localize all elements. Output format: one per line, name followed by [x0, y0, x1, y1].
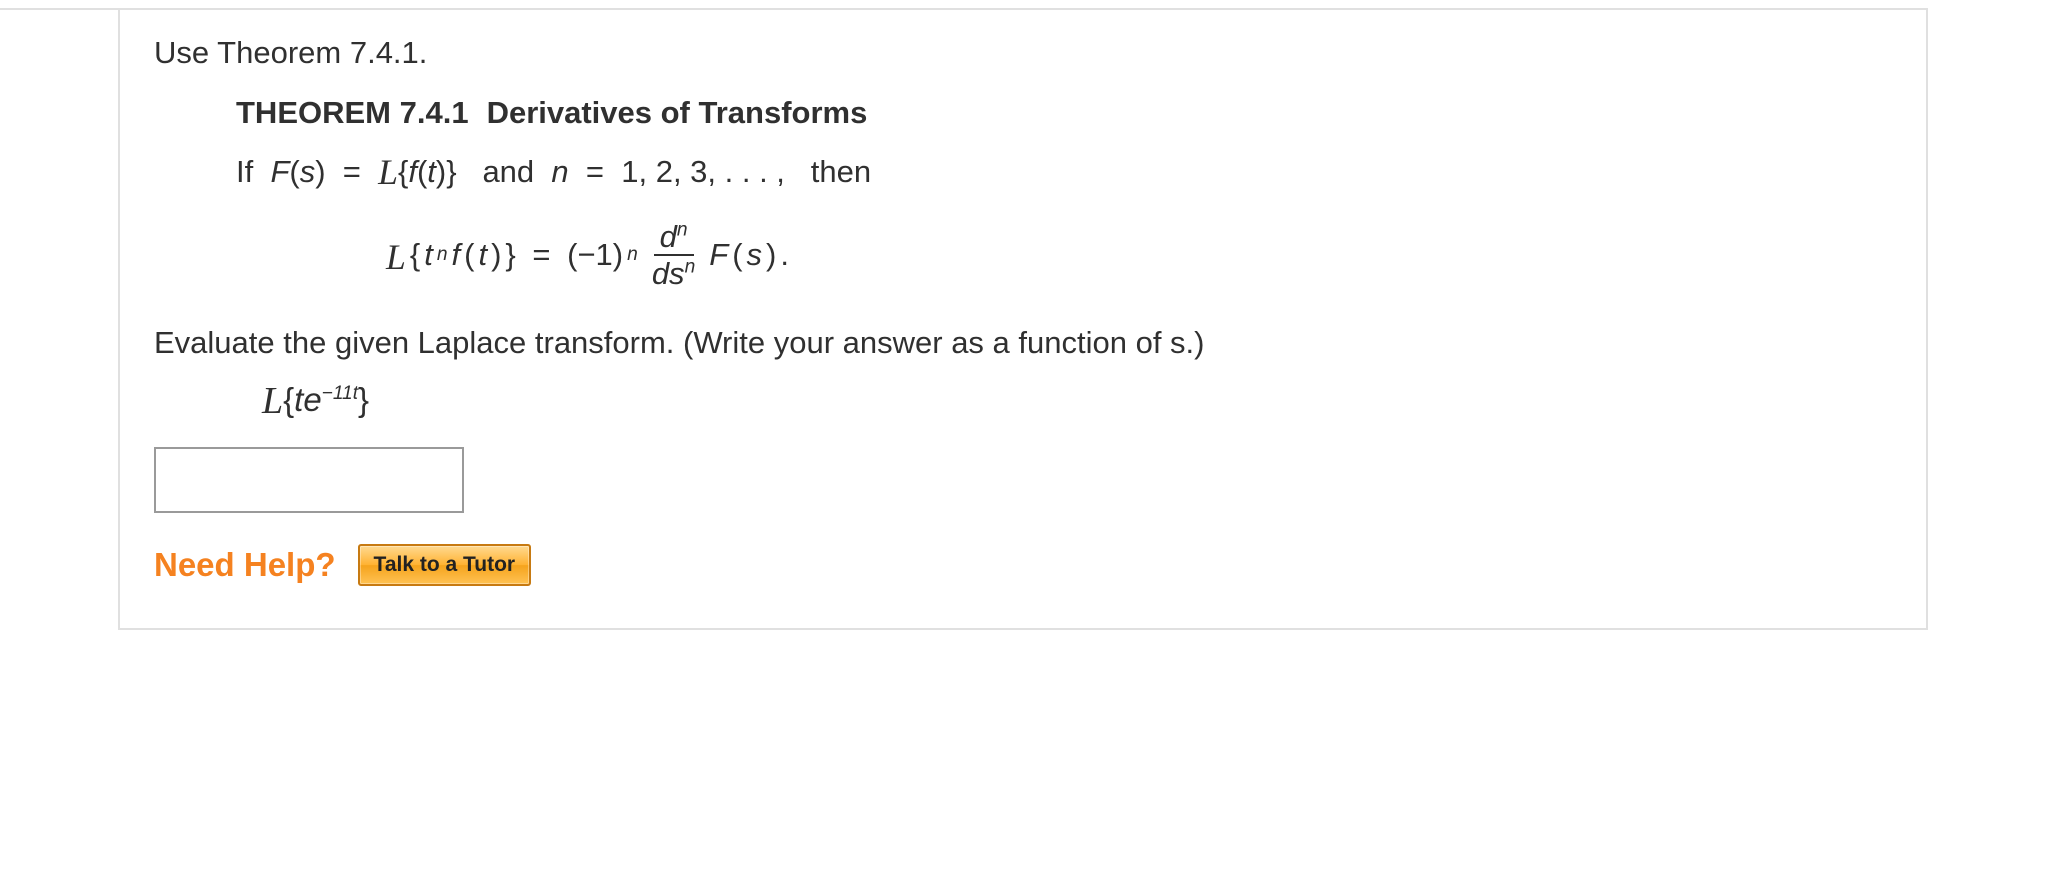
- den-n: n: [685, 256, 696, 277]
- cond-if: If: [236, 154, 253, 189]
- laplace-symbol: L: [378, 148, 398, 196]
- brace-close: }: [446, 154, 456, 189]
- fraction-denominator: dsn: [646, 256, 701, 289]
- target-expression: L{te−11t}: [262, 374, 1892, 425]
- formula-F: F: [709, 234, 728, 276]
- formula-period: .: [780, 234, 789, 276]
- theorem-title: Derivatives of Transforms: [487, 95, 868, 130]
- theorem-number: THEOREM 7.4.1: [236, 95, 469, 130]
- formula-neg1: (−1): [567, 234, 623, 276]
- question-page: Use Theorem 7.4.1. THEOREM 7.4.1 Derivati…: [0, 0, 2048, 891]
- expr-open: {: [283, 381, 294, 418]
- cond-s: s: [300, 154, 316, 189]
- cond-nvals: 1, 2, 3, . . . ,: [621, 154, 785, 189]
- answer-input[interactable]: [154, 447, 464, 513]
- formula-t2: t: [478, 234, 487, 276]
- theorem-formula: L{tnf(t)} = (−1)n dn dsn F(s).: [386, 212, 1892, 298]
- cond-eq2: =: [586, 154, 604, 189]
- cond-and: and: [482, 154, 534, 189]
- need-help-label: Need Help?: [154, 543, 336, 588]
- formula-t: t: [424, 234, 433, 276]
- theorem-block: THEOREM 7.4.1 Derivatives of Transforms I…: [236, 92, 1892, 298]
- den-ds: ds: [652, 256, 685, 291]
- expr-exp-coeff: −11: [322, 383, 353, 404]
- laplace-symbol-3: L: [262, 376, 283, 427]
- expr-e: e: [303, 381, 321, 418]
- formula-open-brace: {: [410, 234, 420, 276]
- theorem-condition: If F(s) = L{f(t)} and n = 1, 2, 3, . . .…: [236, 146, 1892, 194]
- formula-s: s: [747, 234, 763, 276]
- formula-f: f: [452, 234, 461, 276]
- instruction-text: Use Theorem 7.4.1.: [154, 32, 1892, 74]
- cond-t: t: [427, 154, 436, 189]
- brace-open: {: [398, 154, 408, 189]
- cond-f: f: [408, 154, 417, 189]
- expr-t: t: [294, 381, 303, 418]
- question-content: Use Theorem 7.4.1. THEOREM 7.4.1 Derivati…: [118, 10, 1928, 630]
- theorem-heading: THEOREM 7.4.1 Derivatives of Transforms: [236, 92, 1892, 134]
- evaluate-prompt: Evaluate the given Laplace transform. (W…: [154, 322, 1892, 364]
- laplace-symbol-2: L: [386, 233, 406, 281]
- need-help-row: Need Help? Talk to a Tutor: [154, 543, 1892, 588]
- formula-fraction: dn dsn: [646, 221, 701, 289]
- expr-exp: −11t: [322, 383, 358, 404]
- formula-eq: =: [532, 234, 550, 276]
- cond-then: then: [811, 154, 871, 189]
- fraction-numerator: dn: [654, 221, 694, 256]
- expr-close: }: [358, 381, 369, 418]
- num-d: d: [660, 219, 677, 254]
- num-n: n: [677, 219, 688, 240]
- cond-F: F: [270, 154, 289, 189]
- cond-n: n: [551, 154, 568, 189]
- talk-to-tutor-button[interactable]: Talk to a Tutor: [358, 544, 532, 586]
- formula-close-brace: }: [505, 234, 515, 276]
- cond-eq1: =: [343, 154, 361, 189]
